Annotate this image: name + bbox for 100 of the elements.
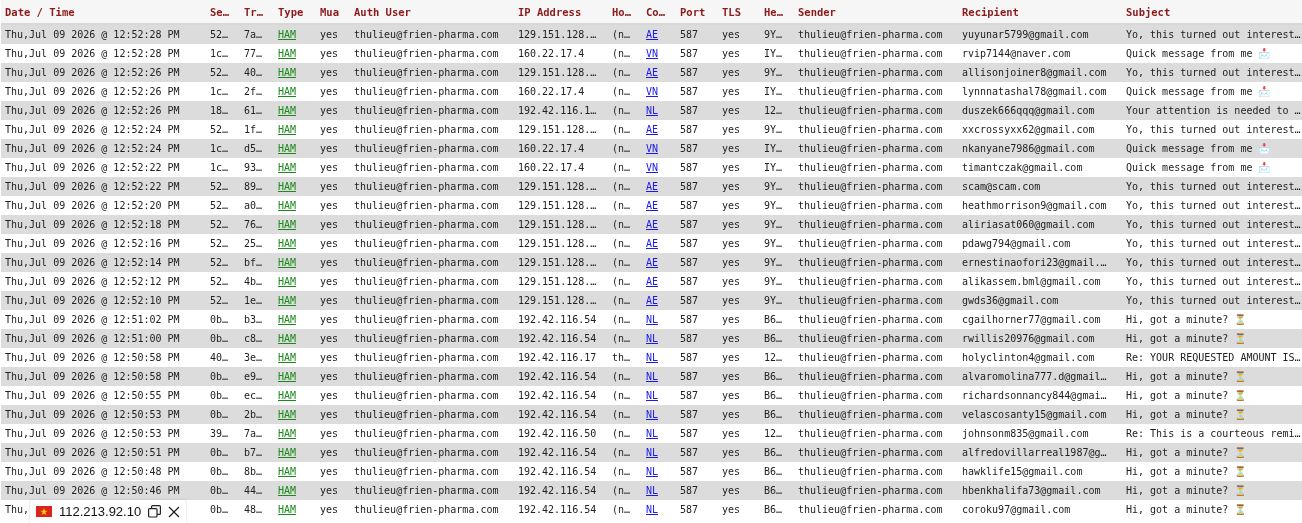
table-cell: 129.151.128.…	[518, 219, 597, 230]
table-cell: 192.42.116.54	[518, 409, 597, 420]
table-cell: (n…	[612, 333, 631, 344]
table-cell: Thu,Jul 09 2026 @ 12:52:26 PM	[5, 86, 180, 97]
table-cell: b7…	[244, 447, 263, 458]
table-cell: yes	[320, 428, 339, 439]
table-cell: Thu,Jul 09 2026 @ 12:51:00 PM	[5, 333, 180, 344]
table-cell: 160.22.17.4	[518, 86, 585, 97]
table-cell: 192.42.116.17	[518, 352, 597, 363]
table-cell: Yo, this turned out interest…	[1126, 219, 1301, 230]
type-link[interactable]: HAM	[278, 124, 297, 135]
country-link[interactable]: VN	[646, 86, 659, 97]
table-cell: 52…	[210, 181, 229, 192]
table-cell: e9…	[244, 371, 263, 382]
table-cell: 129.151.128.…	[518, 124, 597, 135]
type-link[interactable]: HAM	[278, 352, 297, 363]
table-cell: thulieu@frien-pharma.com	[354, 29, 499, 40]
table-cell: 0b…	[210, 504, 229, 515]
table-cell: heathmorrison9@gmail.com	[962, 200, 1107, 211]
country-link[interactable]: VN	[646, 48, 659, 59]
table-cell: 39…	[210, 428, 229, 439]
table-cell: yes	[722, 390, 741, 401]
table-cell: Thu,Jul 09 2026 @ 12:52:16 PM	[5, 238, 180, 249]
country-link[interactable]: NL	[646, 390, 659, 401]
table-cell: yes	[722, 86, 741, 97]
table-cell: thulieu@frien-pharma.com	[354, 162, 499, 173]
country-link[interactable]: NL	[646, 504, 659, 515]
table-cell: 52…	[210, 29, 229, 40]
table-cell: thulieu@frien-pharma.com	[354, 257, 499, 268]
table-cell: coroku97@gmail.com	[962, 504, 1071, 515]
table-cell: yes	[320, 219, 339, 230]
table-cell: thulieu@frien-pharma.com	[354, 409, 499, 420]
table-cell: yes	[722, 295, 741, 306]
table-cell: 160.22.17.4	[518, 48, 585, 59]
table-cell: ernestinaofori23@gmail.…	[962, 257, 1107, 268]
table-cell: 587	[680, 181, 699, 192]
type-link[interactable]: HAM	[278, 428, 297, 439]
table-cell: 587	[680, 390, 699, 401]
table-cell: thulieu@frien-pharma.com	[354, 67, 499, 78]
type-link[interactable]: HAM	[278, 200, 297, 211]
column-header[interactable]: Date / Time	[5, 5, 75, 18]
table-cell: yes	[320, 371, 339, 382]
table-cell: 587	[680, 124, 699, 135]
table-cell: 160.22.17.4	[518, 162, 585, 173]
table-cell: yes	[722, 181, 741, 192]
table-cell: yes	[722, 29, 741, 40]
country-link[interactable]: NL	[646, 466, 659, 477]
table-cell: yes	[722, 447, 741, 458]
table-cell: yes	[320, 181, 339, 192]
table-cell: yes	[722, 371, 741, 382]
country-link[interactable]: AE	[646, 124, 659, 135]
table-cell: 587	[680, 257, 699, 268]
table-cell: yes	[722, 314, 741, 325]
table-cell: (n…	[612, 504, 631, 515]
type-link[interactable]: HAM	[278, 466, 297, 477]
table-cell: hbenkhalifa73@gmail.com	[962, 485, 1101, 496]
country-link[interactable]: AE	[646, 200, 659, 211]
type-link[interactable]: HAM	[278, 314, 297, 325]
country-link[interactable]: AE	[646, 276, 659, 287]
country-link[interactable]: VN	[646, 162, 659, 173]
table-cell: Thu,Jul 09 2026 @ 12:52:24 PM	[5, 143, 180, 154]
column-header[interactable]: Auth User	[354, 5, 411, 18]
country-link[interactable]: NL	[646, 314, 659, 325]
column-header[interactable]: Recipient	[962, 5, 1019, 18]
table-cell: Yo, this turned out interest…	[1126, 200, 1301, 211]
table-cell: yuyunar5799@gmail.com	[962, 29, 1089, 40]
type-link[interactable]: HAM	[278, 238, 297, 249]
table-cell: xxcrossyxx62@gmail.com	[962, 124, 1095, 135]
type-link[interactable]: HAM	[278, 390, 297, 401]
close-icon[interactable]	[168, 505, 181, 518]
column-header[interactable]: Subject	[1126, 5, 1171, 18]
table-cell: (n…	[612, 181, 631, 192]
table-cell: thulieu@frien-pharma.com	[354, 143, 499, 154]
type-link[interactable]: HAM	[278, 162, 297, 173]
table-cell: yes	[722, 238, 741, 249]
country-link[interactable]: AE	[646, 238, 659, 249]
table-cell: Quick message from me 📩	[1126, 86, 1271, 97]
table-cell: 9Y…	[764, 200, 783, 211]
type-link[interactable]: HAM	[278, 504, 297, 515]
table-cell: 9Y…	[764, 29, 783, 40]
table-cell: thulieu@frien-pharma.com	[798, 200, 943, 211]
table-cell: 0b…	[210, 333, 229, 344]
table-cell: Thu,Jul 09 2026 @ 12:50:53 PM	[5, 409, 180, 420]
country-link[interactable]: NL	[646, 352, 659, 363]
type-link[interactable]: HAM	[278, 86, 297, 97]
copy-icon[interactable]	[148, 505, 162, 518]
column-header[interactable]: Sender	[798, 5, 836, 18]
table-cell: 0b…	[210, 409, 229, 420]
table-cell: 9Y…	[764, 295, 783, 306]
table-cell: scam@scam.com	[962, 181, 1041, 192]
table-cell: gwds36@gmail.com	[962, 295, 1059, 306]
table-cell: yes	[320, 409, 339, 420]
table-cell: IY…	[764, 143, 783, 154]
type-link[interactable]: HAM	[278, 276, 297, 287]
table-cell: 129.151.128.…	[518, 200, 597, 211]
table-cell: 52…	[210, 124, 229, 135]
table-cell: 0b…	[210, 466, 229, 477]
type-link[interactable]: HAM	[278, 48, 297, 59]
country-link[interactable]: NL	[646, 428, 659, 439]
table-cell: 587	[680, 295, 699, 306]
